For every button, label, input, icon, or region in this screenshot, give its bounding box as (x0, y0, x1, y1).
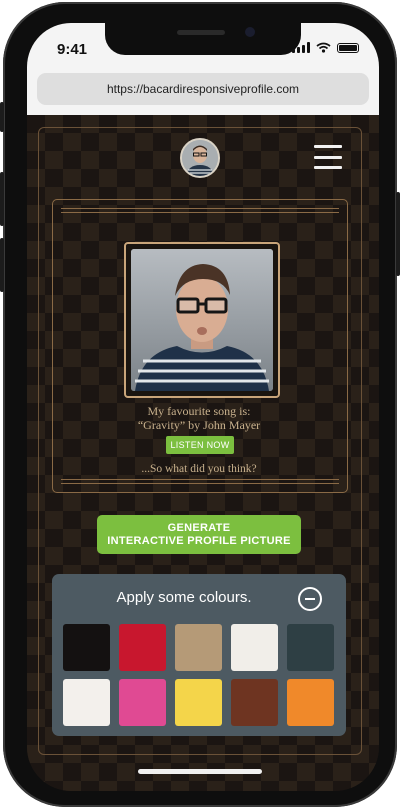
favourite-song-title: “Gravity” by John Mayer (137, 418, 261, 432)
profile-photo (131, 249, 273, 391)
swatch-orange[interactable] (287, 679, 334, 726)
volume-up-button (0, 102, 4, 132)
swatch-brown[interactable] (231, 679, 278, 726)
avatar-image (182, 140, 218, 176)
swatch-yellow[interactable] (175, 679, 222, 726)
wifi-icon (316, 42, 331, 53)
swatch-red[interactable] (119, 624, 166, 671)
generate-profile-button[interactable]: GENERATE INTERACTIVE PROFILE PICTURE (97, 515, 301, 554)
swatch-pink[interactable] (119, 679, 166, 726)
generate-line-1: GENERATE (167, 521, 231, 534)
listen-now-button[interactable]: LISTEN NOW (166, 436, 234, 454)
power-button (396, 192, 400, 276)
front-camera (245, 27, 255, 37)
status-time: 9:41 (57, 41, 88, 58)
collapse-minus-icon[interactable] (298, 587, 322, 611)
avatar[interactable] (180, 138, 220, 178)
signal-icon (292, 42, 310, 53)
volume-down-button-2 (0, 238, 4, 292)
swatch-off-white[interactable] (231, 624, 278, 671)
swatch-black[interactable] (63, 624, 110, 671)
favourite-song-label: My favourite song is: (147, 404, 251, 418)
notch (105, 23, 301, 55)
system-icons (292, 42, 359, 53)
profile-photo-frame (124, 242, 280, 398)
address-bar[interactable]: https://bacardiresponsiveprofile.com (37, 73, 369, 105)
swatch-tan[interactable] (175, 624, 222, 671)
browser-bar: https://bacardiresponsiveprofile.com (27, 67, 379, 115)
url-text: https://bacardiresponsiveprofile.com (106, 82, 300, 96)
colours-panel-title: Apply some colours. (116, 589, 252, 606)
generate-line-2: INTERACTIVE PROFILE PICTURE (107, 534, 291, 547)
home-indicator (138, 769, 262, 774)
swatch-white[interactable] (63, 679, 110, 726)
feedback-question: ...So what did you think? (141, 463, 257, 475)
volume-down-button (0, 172, 4, 226)
colour-swatches (63, 624, 337, 726)
hamburger-menu-icon[interactable] (314, 145, 342, 169)
battery-icon (337, 42, 359, 53)
swatch-dark-slate[interactable] (287, 624, 334, 671)
status-bar: 9:41 (27, 23, 379, 67)
speaker (177, 30, 225, 35)
colours-panel: Apply some colours. (52, 574, 346, 736)
